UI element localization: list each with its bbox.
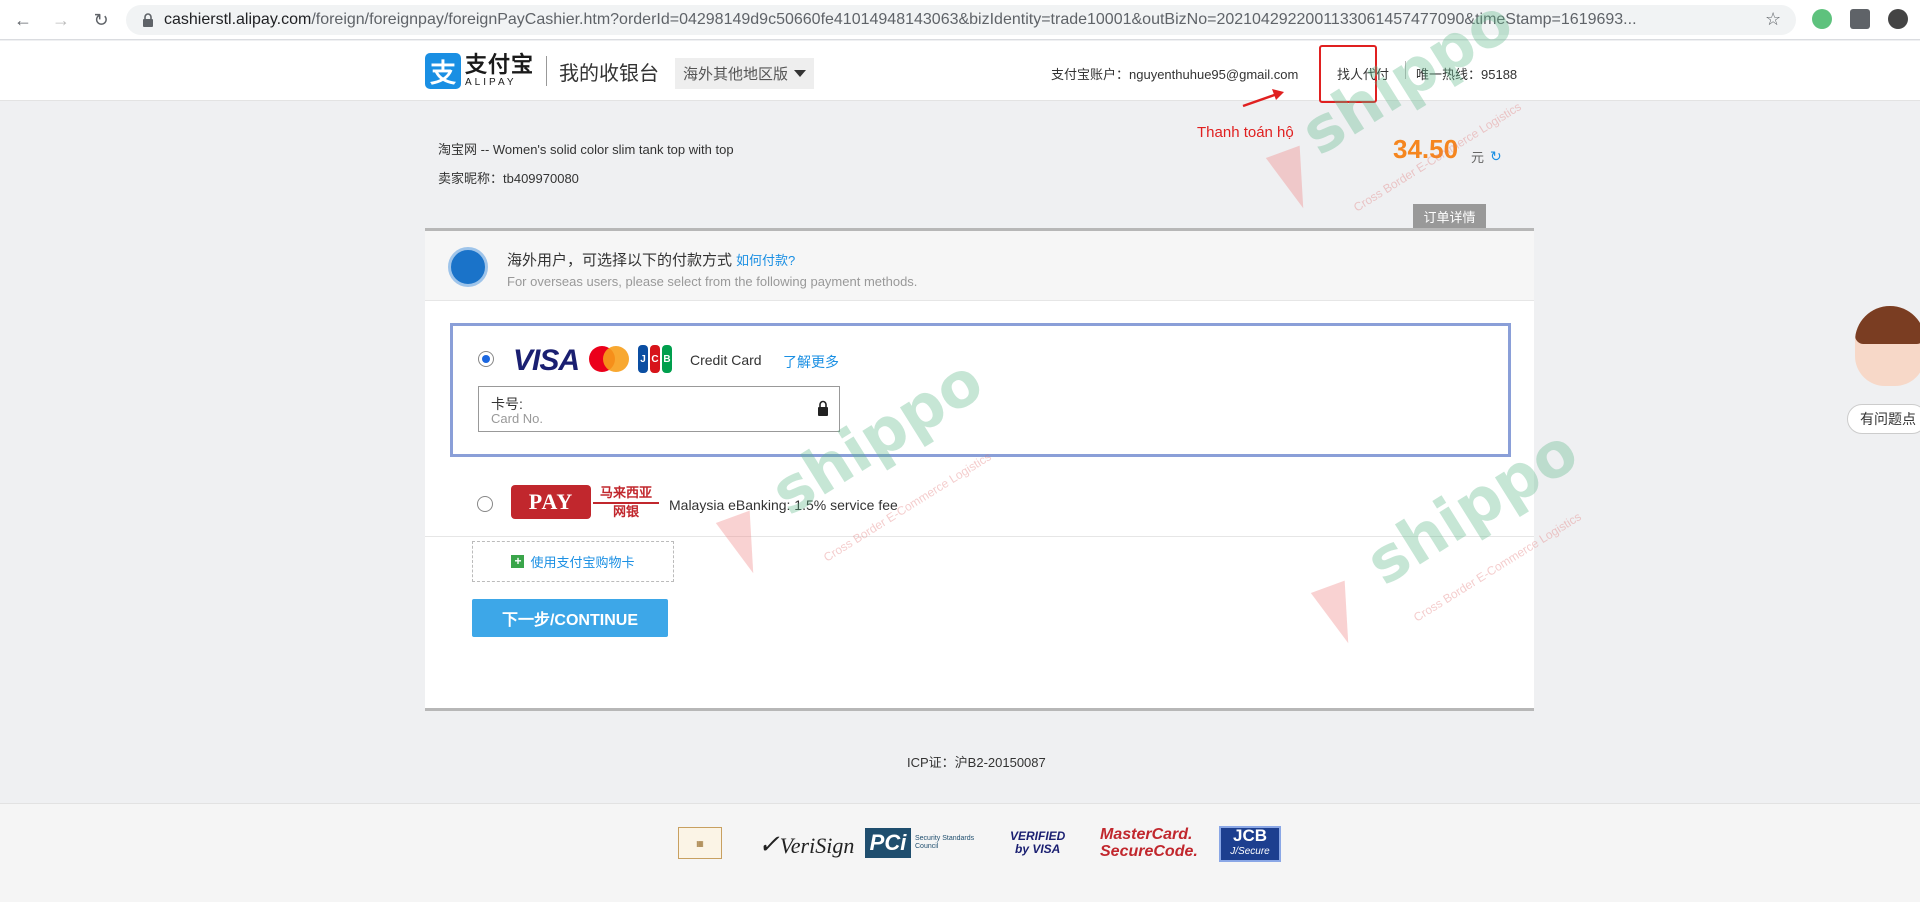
chevron-down-icon [794,70,807,77]
overseas-notice-en: For overseas users, please select from t… [507,274,918,289]
globe-icon [448,247,488,287]
cashier-title: 我的收银台 [559,62,660,85]
bookmark-star-icon[interactable]: ☆ [1765,9,1781,30]
overseas-notice-text: 海外用户，可选择以下的付款方式 [507,252,733,269]
alipay-logo[interactable]: 支 支付宝 ALIPAY 我的收银台 [425,53,659,89]
malaysia-ebanking-radio[interactable] [477,496,493,512]
refresh-icon[interactable]: ↻ [1490,148,1502,165]
region-select-value: 海外其他地区版 [683,66,789,83]
account-label: 支付宝账户： [1051,67,1130,82]
address-bar[interactable]: cashierstl.alipay.com/foreign/foreignpay… [126,5,1796,35]
alipay-mark-icon: 支 [425,53,461,89]
verified-by-visa-logo: VERIFIED by VISA [1010,830,1065,856]
lock-icon [818,400,828,416]
logo-divider [546,56,548,86]
overseas-notice-cn: 海外用户，可选择以下的付款方式 如何付款? [507,249,795,270]
extension-icon[interactable] [1812,9,1832,29]
jcb-secure-line1: JCB [1232,826,1267,845]
seller-nickname: 卖家昵称：tb409970080 [438,171,579,186]
lock-icon [143,13,153,27]
how-to-pay-link[interactable]: 如何付款? [736,253,795,268]
mypay-logo: PAY [511,485,591,519]
jcb-letter: B [662,345,672,373]
mypay-underline [593,502,659,504]
url-path: /foreign/foreignpay/foreignPayCashier.ht… [311,11,1637,28]
alipay-header: 支 支付宝 ALIPAY 我的收银台 海外其他地区版 支付宝账户：nguyent… [0,41,1920,101]
account-info: 支付宝账户：nguyenthuhue95@gmail.com [1051,64,1298,83]
jcb-logo-icon: J C B [638,345,672,373]
credit-card-radio[interactable] [478,351,494,367]
verisign-logo: ✓VeriSign [758,830,854,860]
gift-card-label: 使用支付宝购物卡 [530,555,635,570]
order-title: 淘宝网 -- Women's solid color slim tank top… [438,142,734,157]
logo-cn: 支付宝 [465,52,535,77]
continue-button[interactable]: 下一步/CONTINUE [472,599,668,637]
mc-line1: MasterCard. [1100,826,1193,843]
learn-more-link[interactable]: 了解更多 [783,352,839,372]
malaysia-ebanking-label: Malaysia eBanking: 1.5% service fee [669,497,898,513]
vbv-line2: by VISA [1014,842,1061,856]
mastercard-logo-icon [589,346,629,372]
region-select[interactable]: 海外其他地区版 [675,58,815,89]
verisign-text: VeriSign [779,833,855,858]
visa-logo: VISA [513,344,580,377]
url-host: cashierstl.alipay.com [164,11,312,28]
puzzle-icon[interactable] [1850,9,1870,29]
jcb-secure-line2: J/Secure [1230,846,1270,857]
card-number-input[interactable]: 卡号: Card No. [478,386,840,432]
jcb-letter: J [638,345,648,373]
mypay-cn-bottom: 网银 [612,504,639,519]
overseas-notice: 海外用户，可选择以下的付款方式 如何付款? For overseas users,… [425,231,1534,301]
browser-toolbar: ← → ↻ cashierstl.alipay.com/foreign/fore… [0,0,1920,40]
malaysia-ebanking-option[interactable]: PAY 马来西亚 网银 Malaysia eBanking: 1.5% serv… [425,471,1534,537]
pci-mark: PCi [865,828,911,858]
profile-avatar[interactable] [1888,9,1908,29]
hotline: 唯一热线：95188 [1416,67,1518,82]
currency-unit: 元 [1471,150,1485,165]
icp-license: ICP证：沪B2-20150087 [907,755,1046,770]
divider [1405,61,1406,79]
mc-line2: SecureCode. [1100,843,1198,860]
mastercard-securecode-logo: MasterCard. SecureCode. [1100,826,1198,860]
pci-subtitle: Security Standards Council [915,835,975,850]
card-number-placeholder: Card No. [491,411,544,426]
pci-logo: PCi Security Standards Council [865,828,975,858]
back-icon[interactable]: ← [8,5,38,35]
plus-icon: + [511,555,525,568]
help-bubble[interactable]: 有问题点 [1847,404,1920,434]
footer: ▦ ✓VeriSign PCi Security Standards Counc… [0,803,1920,902]
reload-icon[interactable]: ↻ [86,5,116,35]
support-avatar[interactable] [1855,306,1920,388]
logo-en: ALIPAY [465,77,517,88]
order-detail-button[interactable]: 订单详情 [1413,204,1486,228]
certificate-seal-icon: ▦ [678,827,722,859]
annotation-arrow-icon [1242,89,1284,108]
jcb-letter: C [650,345,660,373]
credit-card-option[interactable]: VISA J C B Credit Card 了解更多 卡号: Card No. [450,323,1511,457]
order-amount: 34.50 [1393,134,1459,164]
forward-icon[interactable]: → [46,5,76,35]
annotation-label: Thanh toán hộ [1197,124,1294,141]
gift-card-button[interactable]: + 使用支付宝购物卡 [472,541,674,582]
account-email: nguyenthuhue95@gmail.com [1129,67,1299,82]
credit-card-label: Credit Card [690,352,762,368]
checkmark-icon: ✓ [758,830,780,859]
jcb-jsecure-logo: JCB J/Secure [1219,826,1281,862]
mypay-cn-top: 马来西亚 [599,485,652,500]
payment-card: 海外用户，可选择以下的付款方式 如何付款? For overseas users,… [425,228,1534,711]
annotation-highlight-box [1319,45,1377,103]
